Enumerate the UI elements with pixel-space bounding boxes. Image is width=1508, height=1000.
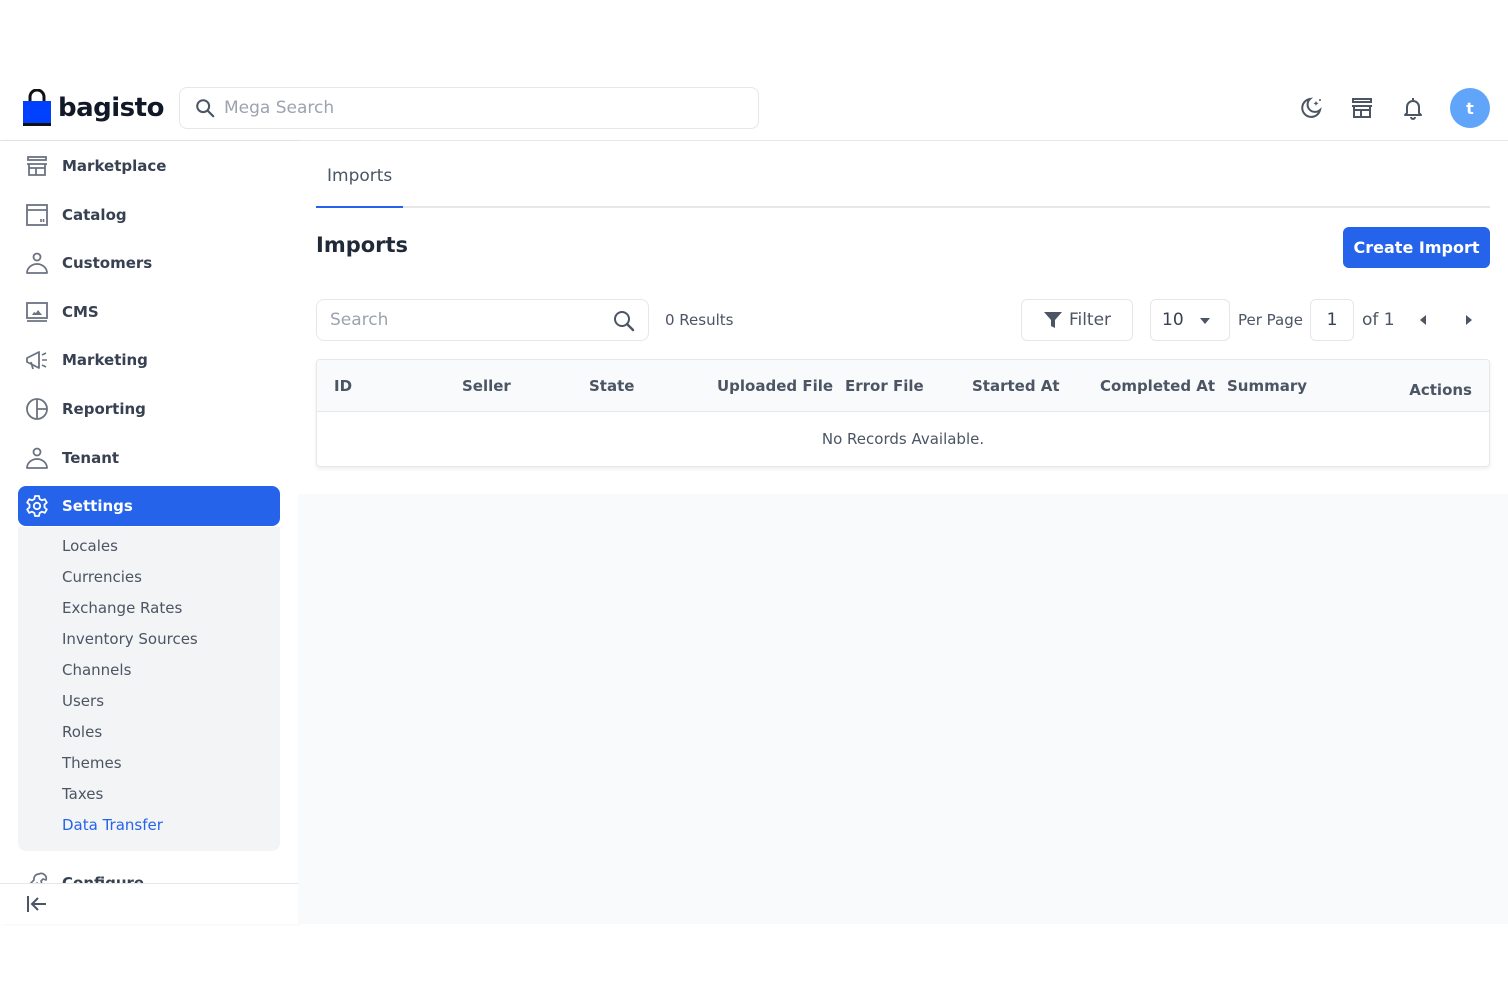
sidebar-item-label: Marketplace [62,157,167,175]
sidebar-item-settings[interactable]: Settings [18,486,280,527]
column-header-started-at[interactable]: Started At [972,377,1060,395]
create-import-button[interactable]: Create Import [1343,227,1490,268]
per-page-label: Per Page [1238,311,1303,329]
per-page-value: 10 [1162,310,1184,330]
filter-button[interactable]: Filter [1021,299,1133,341]
submenu-item-taxes[interactable]: Taxes [18,779,280,810]
sidebar-item-customers[interactable]: Customers [18,243,280,283]
empty-state-message: No Records Available. [821,430,985,448]
mega-search-field[interactable] [179,87,759,129]
column-header-completed-at[interactable]: Completed At [1100,377,1215,395]
sidebar-item-cms[interactable]: CMS [18,292,280,332]
column-header-seller[interactable]: Seller [462,377,511,395]
sidebar-item-label: Reporting [62,399,146,418]
caret-right-icon [1466,315,1472,325]
top-header: bagisto t [0,76,1508,141]
sidebar-item-reporting[interactable]: Reporting [18,389,280,429]
filter-label: Filter [1068,310,1112,330]
column-header-uploaded-file[interactable]: Uploaded File [717,377,833,395]
search-icon[interactable] [612,309,636,333]
submenu-item-roles[interactable]: Roles [18,717,280,748]
pie-chart-icon [25,397,49,421]
tabs: Imports [316,141,1490,208]
cms-monitor-icon [25,300,49,324]
sidebar-item-label: Marketing [62,351,148,370]
tab-imports[interactable]: Imports [316,141,404,208]
per-page-select[interactable]: 10 [1150,299,1230,341]
sidebar-item-label: CMS [62,302,99,321]
sidebar-item-catalog[interactable]: Catalog [18,195,280,235]
user-icon [25,446,49,470]
sidebar-item-marketing[interactable]: Marketing [18,340,280,380]
results-count: 0 Results [665,311,734,329]
submenu-item-themes[interactable]: Themes [18,748,280,779]
column-header-error-file[interactable]: Error File [845,377,924,395]
submenu-item-channels[interactable]: Channels [18,655,280,686]
notification-bell-icon[interactable] [1400,95,1426,121]
submenu-item-exchange-rates[interactable]: Exchange Rates [18,593,280,624]
storefront-icon[interactable] [1349,95,1375,121]
column-header-summary[interactable]: Summary [1227,377,1307,395]
submenu-item-data-transfer[interactable]: Data Transfer [18,810,280,841]
total-pages-label: of 1 [1362,310,1395,330]
catalog-icon [25,203,49,227]
megaphone-icon [25,348,49,372]
user-icon [25,251,49,275]
shopping-bag-logo-icon [23,89,51,126]
chevron-down-icon [1200,318,1210,324]
sidebar-item-label: Catalog [62,205,127,224]
submenu-item-users[interactable]: Users [18,686,280,717]
filter-icon [1043,312,1062,328]
storefront-icon [25,154,49,178]
next-page-button[interactable] [1461,312,1477,328]
submenu-item-locales[interactable]: Locales [18,531,280,562]
datagrid-search-input[interactable] [330,310,600,330]
sidebar: Marketplace Catalog Customers CMS Market… [0,141,298,924]
sidebar-item-label: Tenant [62,448,120,467]
imports-datagrid: ID Seller State Uploaded File Error File… [316,359,1490,467]
main-content: Imports Imports Create Import 0 Results … [298,141,1508,924]
sidebar-item-label: Settings [62,497,133,516]
column-header-id[interactable]: ID [334,377,352,395]
datagrid-toolbar: 0 Results Filter 10 Per Page of 1 [316,299,1490,341]
sidebar-item-marketplace[interactable]: Marketplace [18,146,280,186]
logo-text: bagisto [58,93,164,123]
gear-icon [25,494,49,518]
caret-left-icon [1420,315,1426,325]
search-icon [196,99,215,118]
collapse-sidebar-icon[interactable] [25,892,49,916]
sidebar-collapse-bar [0,883,298,924]
column-header-state[interactable]: State [589,377,634,395]
submenu-item-currencies[interactable]: Currencies [18,562,280,593]
previous-page-button[interactable] [1415,312,1431,328]
column-header-actions: Actions [1409,381,1472,399]
datagrid-search-field[interactable] [316,299,649,341]
page-title: Imports [316,233,409,257]
user-avatar[interactable]: t [1450,88,1490,128]
settings-submenu: Locales Currencies Exchange Rates Invent… [18,526,280,851]
sidebar-item-tenant[interactable]: Tenant [18,438,280,478]
datagrid-header-row: ID Seller State Uploaded File Error File… [317,360,1489,412]
mega-search-input[interactable] [224,98,724,118]
dark-mode-icon[interactable] [1298,95,1324,121]
submenu-item-inventory-sources[interactable]: Inventory Sources [18,624,280,655]
bagisto-logo[interactable]: bagisto [22,88,164,128]
current-page-input[interactable] [1310,299,1354,341]
sidebar-item-label: Customers [62,254,153,273]
